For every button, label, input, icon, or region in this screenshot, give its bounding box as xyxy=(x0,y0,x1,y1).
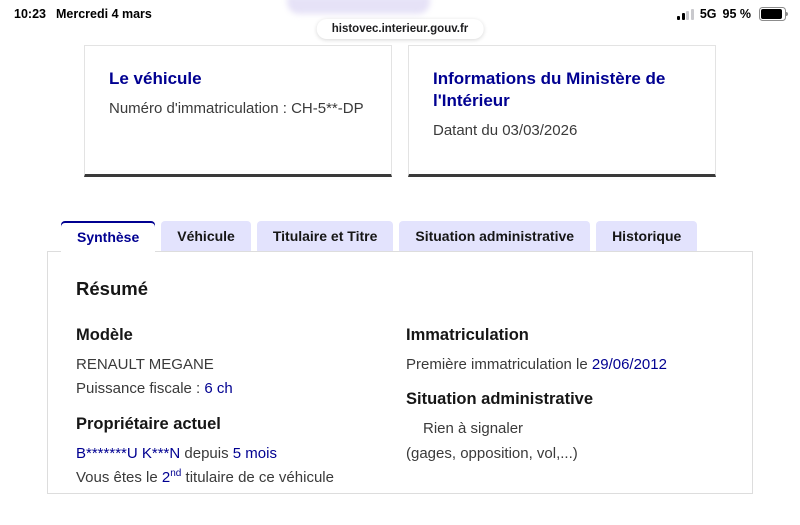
owner-name: B*******U K***N xyxy=(76,444,181,462)
network-type: 5G xyxy=(699,7,717,21)
clock: 10:23 xyxy=(14,7,46,21)
tab-vehicule[interactable]: Véhicule xyxy=(161,221,251,251)
plate-number: CH-5**-DP xyxy=(291,100,364,118)
owner-name-line: B*******U K***N depuis 5 mois xyxy=(76,444,277,462)
tab-bar: Synthèse Véhicule Titulaire et Titre Sit… xyxy=(61,221,698,252)
tab-titulaire-et-titre[interactable]: Titulaire et Titre xyxy=(256,221,394,251)
vehicle-card-title: Le véhicule xyxy=(109,69,202,88)
tab-historique[interactable]: Historique xyxy=(596,221,698,251)
date: Mercredi 4 mars xyxy=(55,7,152,21)
left-column: Modèle RENAULT MEGANE Puissance fiscale … xyxy=(76,326,406,491)
vehicle-card-body: Numéro d'immatriculation : CH-5**-DP xyxy=(109,100,364,118)
model-name: RENAULT MEGANE xyxy=(76,356,214,373)
situation-block: Situation administrative Rien à signaler… xyxy=(406,390,724,464)
tab-synthese[interactable]: Synthèse xyxy=(61,221,156,252)
situation-heading: Situation administrative xyxy=(406,390,594,409)
info-cards: Le véhicule Numéro d'immatriculation : C… xyxy=(84,45,716,177)
right-column: Immatriculation Première immatriculation… xyxy=(406,326,724,491)
vehicle-card: Le véhicule Numéro d'immatriculation : C… xyxy=(84,45,392,177)
panel-title: Résumé xyxy=(76,278,148,299)
fiscal-power: Puissance fiscale : 6 ch xyxy=(76,380,233,398)
tab-situation-administrative[interactable]: Situation administrative xyxy=(399,221,591,251)
synthese-panel: Résumé Modèle RENAULT MEGANE Puissance f… xyxy=(47,251,753,494)
owner-block: Propriétaire actuel B*******U K***N depu… xyxy=(76,415,406,489)
battery-icon xyxy=(759,7,788,21)
first-registration-date: 29/06/2012 xyxy=(591,356,667,373)
ministry-card: Informations du Ministère de l'Intérieur… xyxy=(408,45,716,177)
model-block: Modèle RENAULT MEGANE Puissance fiscale … xyxy=(76,326,406,400)
ministry-card-body: Datant du 03/03/2026 xyxy=(433,122,578,140)
cellular-signal-icon xyxy=(677,8,694,20)
status-bar: 10:23 Mercredi 4 mars 5G 95 % xyxy=(0,0,800,28)
owner-duration: 5 mois xyxy=(232,444,277,462)
first-registration-line: Première immatriculation le 29/06/2012 xyxy=(406,356,667,373)
model-heading: Modèle xyxy=(76,326,133,344)
registration-block: Immatriculation Première immatriculation… xyxy=(406,326,724,375)
ministry-card-title: Informations du Ministère de l'Intérieur xyxy=(433,69,666,111)
registration-heading: Immatriculation xyxy=(406,326,529,344)
battery-percent: 95 % xyxy=(722,7,752,21)
holder-rank-line: Vous êtes le 2nd titulaire de ce véhicul… xyxy=(76,467,334,486)
situation-note: (gages, opposition, vol,...) xyxy=(406,444,578,462)
owner-heading: Propriétaire actuel xyxy=(76,414,221,433)
situation-status: Rien à signaler xyxy=(423,420,524,438)
